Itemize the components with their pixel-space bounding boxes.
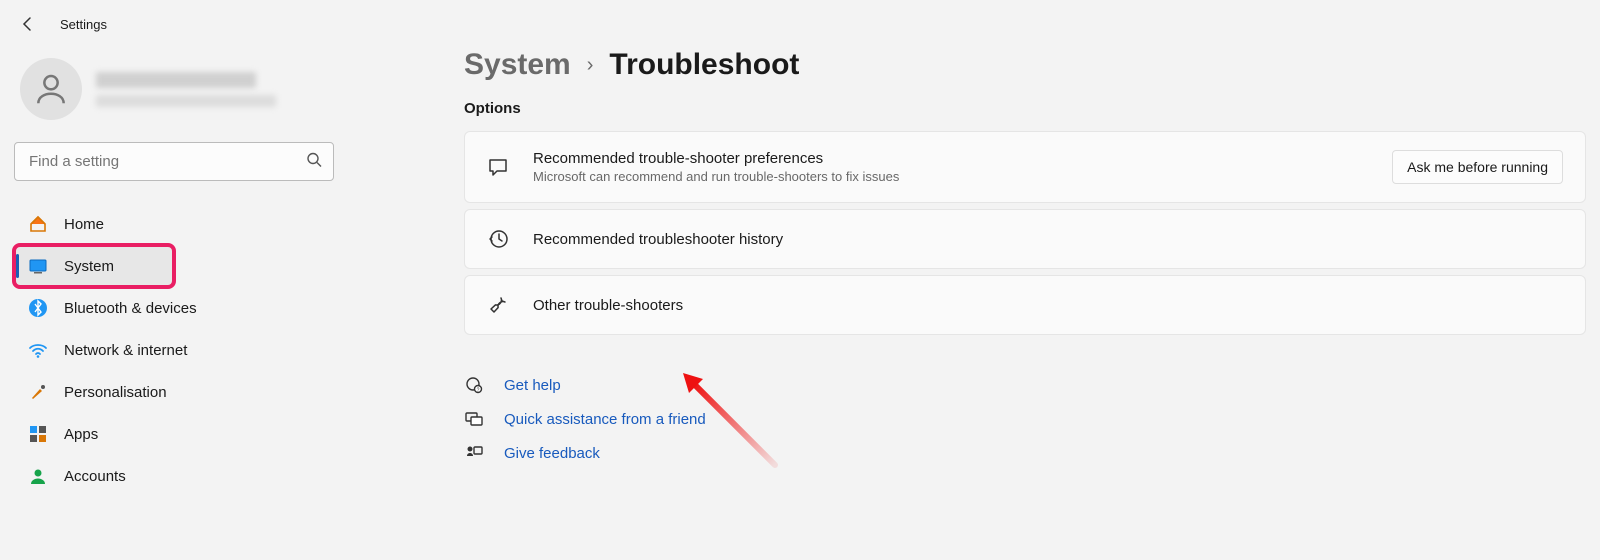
- help-icon: ?: [464, 375, 484, 395]
- bluetooth-icon: [28, 298, 48, 318]
- nav-system[interactable]: System: [14, 245, 174, 287]
- wrench-icon: [487, 294, 509, 316]
- chevron-right-icon: ›: [587, 54, 594, 77]
- home-icon: [28, 214, 48, 234]
- link-label: Give feedback: [504, 445, 600, 462]
- nav-label: Apps: [64, 426, 98, 443]
- profile-text: [96, 72, 276, 107]
- nav-label: Bluetooth & devices: [64, 300, 197, 317]
- card-title: Recommended troubleshooter history: [533, 231, 1563, 248]
- section-options-label: Options: [464, 100, 1586, 117]
- brush-icon: [28, 382, 48, 402]
- search-input[interactable]: [14, 142, 334, 181]
- card-history[interactable]: Recommended troubleshooter history: [464, 209, 1586, 269]
- nav-label: Network & internet: [64, 342, 187, 359]
- nav-apps[interactable]: Apps: [14, 413, 334, 455]
- chat-icon: [487, 156, 509, 178]
- card-title: Recommended trouble-shooter preferences: [533, 150, 1368, 167]
- card-other-troubleshooters[interactable]: Other trouble-shooters: [464, 275, 1586, 335]
- back-button[interactable]: [20, 16, 36, 32]
- profile-block[interactable]: [14, 40, 334, 142]
- wifi-icon: [28, 340, 48, 360]
- sidebar: Home System Bluetooth & devices Network …: [14, 40, 354, 497]
- header-bar: Settings: [0, 0, 1600, 40]
- nav-label: System: [64, 258, 114, 275]
- profile-email-redacted: [96, 95, 276, 107]
- svg-text:?: ?: [477, 388, 480, 394]
- nav-label: Personalisation: [64, 384, 167, 401]
- apps-icon: [28, 424, 48, 444]
- breadcrumb: System › Troubleshoot: [464, 48, 1586, 82]
- nav-label: Accounts: [64, 468, 126, 485]
- history-icon: [487, 228, 509, 250]
- card-subtitle: Microsoft can recommend and run trouble-…: [533, 169, 1368, 184]
- help-links: ? Get help Quick assistance from a frien…: [464, 375, 1586, 463]
- breadcrumb-current: Troubleshoot: [609, 48, 799, 82]
- nav-personalisation[interactable]: Personalisation: [14, 371, 334, 413]
- link-label: Get help: [504, 377, 561, 394]
- nav-bluetooth[interactable]: Bluetooth & devices: [14, 287, 334, 329]
- nav-list: Home System Bluetooth & devices Network …: [14, 203, 334, 497]
- card-dropdown[interactable]: Ask me before running: [1392, 150, 1563, 184]
- profile-name-redacted: [96, 72, 256, 88]
- search-field-wrap: [14, 142, 334, 181]
- nav-network[interactable]: Network & internet: [14, 329, 334, 371]
- link-label: Quick assistance from a friend: [504, 411, 706, 428]
- person-icon: [28, 466, 48, 486]
- link-quick-assist[interactable]: Quick assistance from a friend: [464, 409, 1586, 429]
- link-feedback[interactable]: Give feedback: [464, 443, 1586, 463]
- app-title: Settings: [60, 17, 107, 32]
- link-get-help[interactable]: ? Get help: [464, 375, 1586, 395]
- system-icon: [28, 256, 48, 276]
- nav-label: Home: [64, 216, 104, 233]
- nav-home[interactable]: Home: [14, 203, 334, 245]
- main-content: System › Troubleshoot Options Recommende…: [354, 40, 1586, 497]
- card-recommended-prefs[interactable]: Recommended trouble-shooter preferences …: [464, 131, 1586, 203]
- nav-accounts[interactable]: Accounts: [14, 455, 334, 497]
- screens-icon: [464, 409, 484, 429]
- card-title: Other trouble-shooters: [533, 297, 1563, 314]
- breadcrumb-parent[interactable]: System: [464, 48, 571, 82]
- feedback-icon: [464, 443, 484, 463]
- avatar: [20, 58, 82, 120]
- search-icon: [306, 151, 322, 172]
